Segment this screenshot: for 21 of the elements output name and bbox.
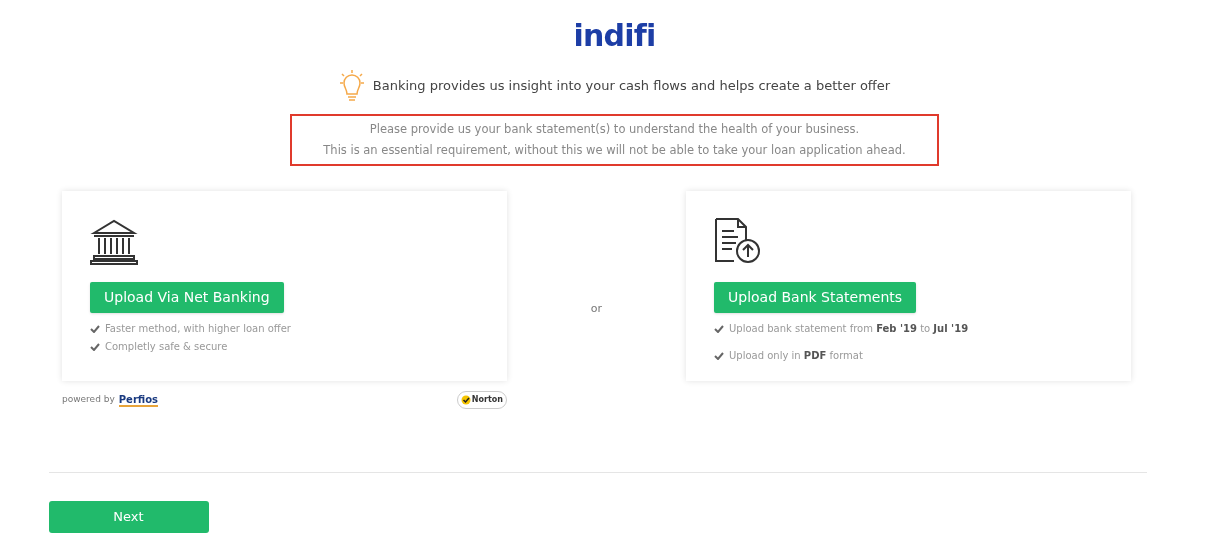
powered-by-text: powered by xyxy=(62,393,115,407)
notice-text: Please provide us your bank statement(s) to understand the health of your business. xyxy=(369,121,860,138)
lightbulb-icon xyxy=(338,68,365,104)
feature-text: Upload only in PDF format xyxy=(729,349,863,363)
upload-button[interactable]: Upload Bank Statements xyxy=(714,282,917,313)
feature-text: Upload bank statement from Feb '19 to Jul '19 xyxy=(729,322,969,336)
check-icon xyxy=(460,395,471,405)
tip-text: Banking provides us insight into your cash flows and helps create a better offer xyxy=(372,77,891,96)
bank-icon xyxy=(90,219,138,265)
notice-text: This is an essential requirement, without this we will not be able to take your loan application ahead. xyxy=(323,142,906,159)
separator-text: or xyxy=(589,301,604,317)
next-button[interactable]: Next xyxy=(48,501,209,533)
feature-text: Faster method, with higher loan offer xyxy=(105,322,291,336)
upload-button[interactable]: Upload Via Net Banking xyxy=(90,282,284,313)
brand-logo: Perfios xyxy=(118,393,159,407)
feature-text: Completly safe & secure xyxy=(105,340,228,354)
seal-text: Norton xyxy=(471,395,503,405)
check-icon xyxy=(714,351,724,360)
logo: indifi xyxy=(573,17,656,55)
document-upload-icon xyxy=(714,217,762,265)
check-icon xyxy=(714,324,724,333)
